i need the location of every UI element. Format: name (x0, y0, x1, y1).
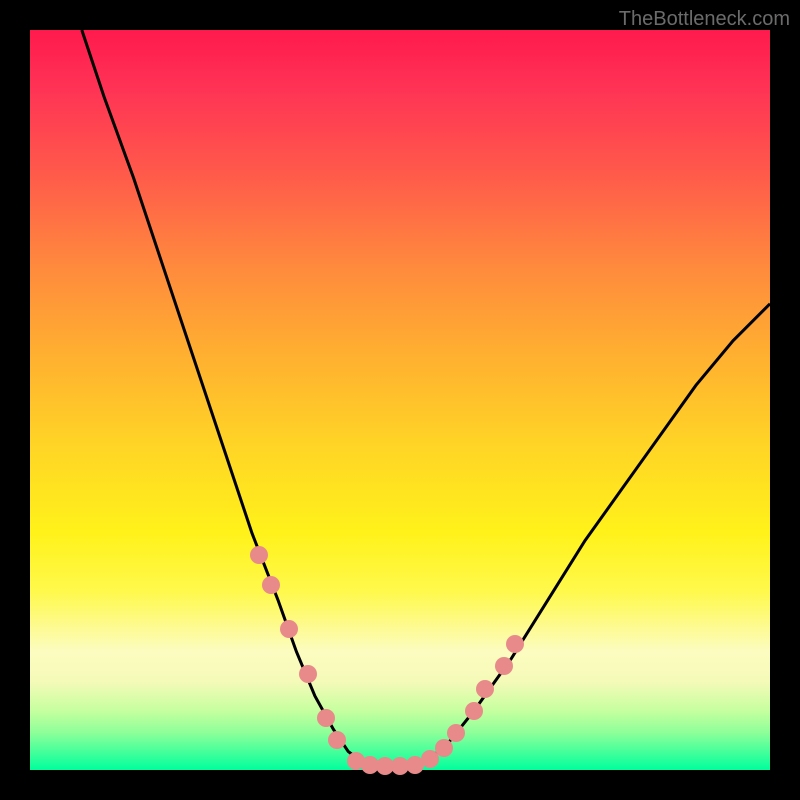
watermark-text: TheBottleneck.com (619, 8, 790, 31)
marker-dot (328, 731, 346, 749)
marker-dot (447, 724, 465, 742)
bottleneck-curve (82, 30, 770, 766)
marker-dot (495, 657, 513, 675)
curve-svg (30, 30, 770, 770)
marker-dot (250, 546, 268, 564)
marker-dot (280, 620, 298, 638)
marker-dot (476, 680, 494, 698)
marker-dot (262, 576, 280, 594)
marker-dot (435, 739, 453, 757)
marker-dot (506, 635, 524, 653)
marker-dot (299, 665, 317, 683)
marker-dot (317, 709, 335, 727)
marker-dot (465, 702, 483, 720)
chart-plot-area (30, 30, 770, 770)
